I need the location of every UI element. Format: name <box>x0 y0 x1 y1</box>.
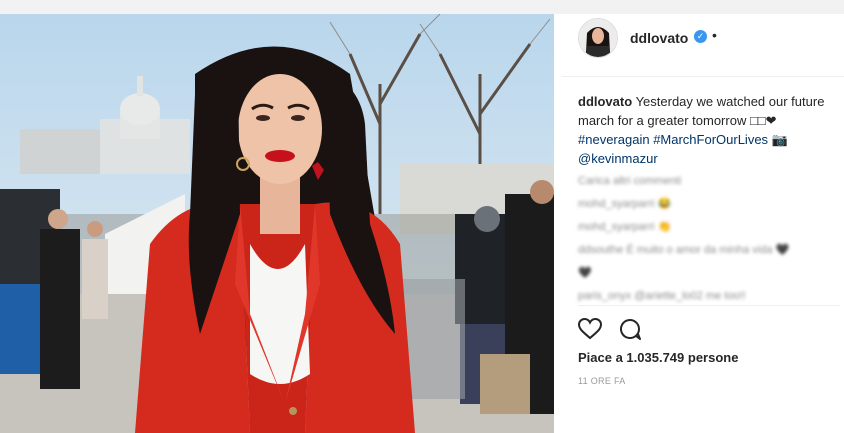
post-username[interactable]: ddlovato <box>630 30 688 46</box>
photo-illustration <box>0 14 554 433</box>
avatar[interactable] <box>578 18 618 58</box>
camera-icon: 📷 <box>771 132 788 147</box>
likes-count[interactable]: Piace a 1.035.749 persone <box>578 350 738 365</box>
post-timestamp[interactable]: 11 ORE FA <box>578 376 626 386</box>
heart-icon[interactable] <box>578 318 602 340</box>
comment-icon[interactable] <box>618 317 642 341</box>
load-more-comments[interactable]: Carica altri commenti <box>578 170 840 193</box>
divider <box>578 305 840 306</box>
comment-item: mohd_syarparri 👏 <box>578 221 672 233</box>
comment-item: ddsouthe É muito o amor da minha vida 🖤 <box>578 244 790 256</box>
post-card: ddlovato ✓ • ddlovato Yesterday we watch… <box>0 14 844 433</box>
comment-item: mohd_syarparri 😂 <box>578 198 672 210</box>
hashtag-neveragain[interactable]: #neveragain <box>578 132 650 147</box>
avatar-image <box>579 19 617 57</box>
caption-username[interactable]: ddlovato <box>578 94 632 109</box>
comments-list: Carica altri commenti mohd_syarparri 😂 m… <box>578 170 840 308</box>
hashtag-marchforourlives[interactable]: #MarchForOurLives <box>653 132 768 147</box>
post-photo[interactable] <box>0 14 554 433</box>
post-caption: ddlovato Yesterday we watched our future… <box>578 92 836 168</box>
more-dot[interactable]: • <box>712 27 717 43</box>
post-side-panel: ddlovato ✓ • ddlovato Yesterday we watch… <box>562 14 844 433</box>
mention-kevinmazur[interactable]: @kevinmazur <box>578 151 658 166</box>
comment-item: 🖤 <box>578 267 592 279</box>
post-header: ddlovato ✓ • <box>562 14 844 77</box>
verified-badge-icon: ✓ <box>694 30 707 43</box>
